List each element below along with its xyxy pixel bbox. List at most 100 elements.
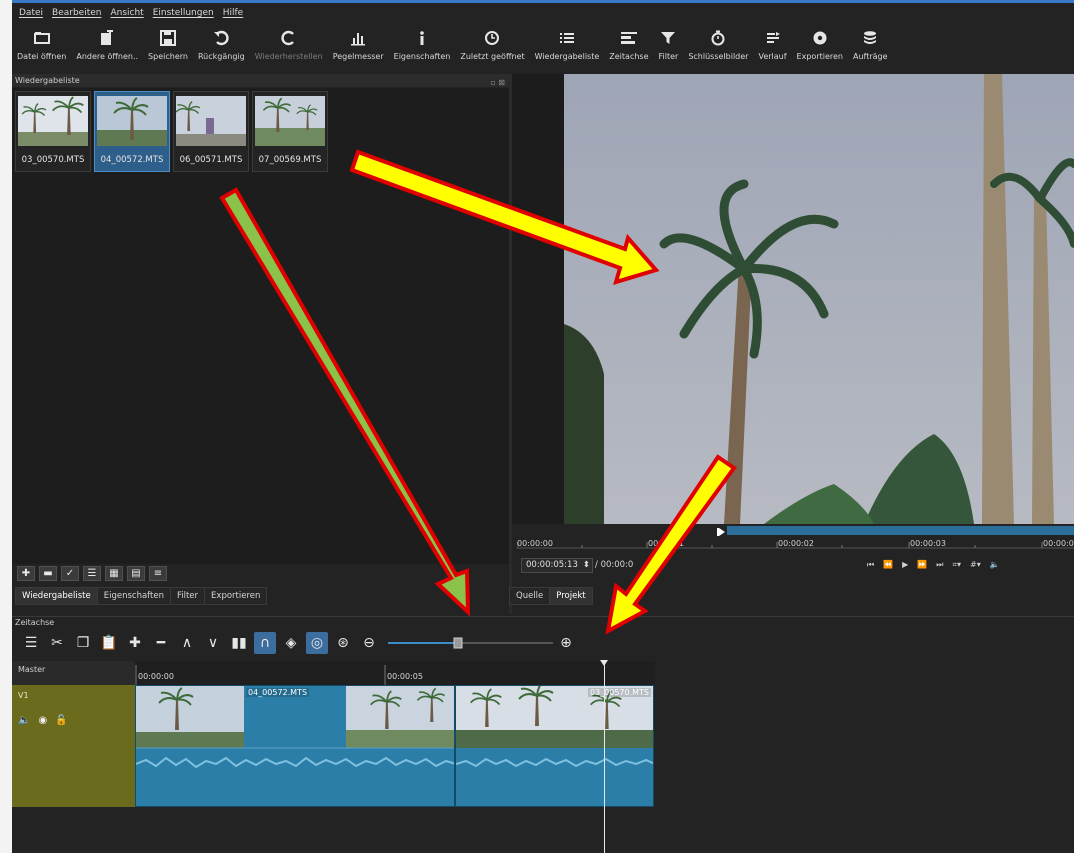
- keyframes-button[interactable]: Schlüsselbilder: [683, 24, 753, 72]
- playlist-clip[interactable]: 07_00569.MTS: [252, 91, 328, 172]
- undo-icon: [213, 24, 229, 52]
- viewer-ruler-label: 00:00:03: [910, 539, 946, 548]
- properties-button[interactable]: Eigenschaften: [389, 24, 456, 72]
- eye-icon[interactable]: ◉: [38, 715, 47, 726]
- viewer-ruler-label: 00:00:02: [778, 539, 814, 548]
- shotcut-window: Datei Bearbeiten Ansicht Einstellungen H…: [12, 0, 1074, 853]
- lock-icon[interactable]: 🔓: [55, 715, 67, 726]
- clip-name: 03_00570.MTS: [21, 155, 85, 165]
- plus-icon: ✚: [129, 635, 141, 651]
- rewind-icon[interactable]: ⏪: [883, 560, 893, 570]
- tab-filters[interactable]: Filter: [169, 587, 206, 605]
- playlist-clip[interactable]: 06_00571.MTS: [173, 91, 249, 172]
- open-file-label: Datei öffnen: [17, 52, 67, 61]
- tab-properties[interactable]: Eigenschaften: [96, 587, 171, 605]
- jobs-button[interactable]: Aufträge: [848, 24, 893, 72]
- zoom-in-button[interactable]: ⊕: [553, 632, 579, 654]
- details-view-button[interactable]: ☰: [83, 566, 101, 581]
- overwrite-button[interactable]: ∨: [200, 632, 226, 654]
- timeline-clip[interactable]: 03_00570.MTS: [455, 685, 654, 807]
- timeline-clip[interactable]: 04_00572.MTS: [135, 685, 455, 807]
- clip-thumbnail: [18, 96, 88, 146]
- timeline-ruler-label: 00:00:05: [387, 672, 423, 681]
- save-button[interactable]: Speichern: [143, 24, 193, 72]
- tab-export[interactable]: Exportieren: [204, 587, 268, 605]
- minus-icon: ▬: [43, 568, 53, 579]
- lift-button[interactable]: ∧: [174, 632, 200, 654]
- playlist-clip-selected[interactable]: 04_00572.MTS: [94, 91, 170, 172]
- save-icon: [160, 24, 176, 52]
- tab-project[interactable]: Projekt: [549, 587, 593, 605]
- playlist-panel-title: Wiedergabeliste: [15, 76, 80, 85]
- plus-icon: ✚: [21, 568, 31, 579]
- export-icon: [812, 24, 828, 52]
- menu-file[interactable]: Datei: [19, 5, 43, 21]
- zoom-icon[interactable]: ⌗▾: [953, 560, 962, 570]
- copy-button[interactable]: ❐: [70, 632, 96, 654]
- left-panel-tabs: Wiedergabeliste Eigenschaften Filter Exp…: [15, 587, 268, 605]
- menu-edit[interactable]: Bearbeiten: [52, 5, 101, 21]
- zoom-slider[interactable]: [388, 633, 553, 653]
- playlist-button[interactable]: Wiedergabeliste: [530, 24, 605, 72]
- undo-button[interactable]: Rückgängig: [193, 24, 250, 72]
- undo-label: Rückgängig: [197, 52, 245, 61]
- snap-toggle[interactable]: ∩: [254, 632, 276, 654]
- copy-icon: ❐: [76, 635, 90, 651]
- add-clip-button[interactable]: ✚: [17, 566, 35, 581]
- menu-view[interactable]: Ansicht: [110, 5, 143, 21]
- menu-help[interactable]: Hilfe: [223, 5, 243, 21]
- remove-clip-button[interactable]: ▬: [39, 566, 57, 581]
- open-other-button[interactable]: Andere öffnen..: [71, 24, 143, 72]
- ripple-delete-button[interactable]: ━: [148, 632, 174, 654]
- skip-previous-icon[interactable]: ⏮: [867, 560, 874, 570]
- cut-button[interactable]: ✂: [44, 632, 70, 654]
- open-file-button[interactable]: Datei öffnen: [12, 24, 71, 72]
- update-clip-button[interactable]: ✓: [61, 566, 79, 581]
- paste-button[interactable]: 📋: [96, 632, 122, 654]
- timeline-ruler-label: 00:00:00: [138, 672, 174, 681]
- playlist-clip[interactable]: 03_00570.MTS: [15, 91, 91, 172]
- folder-open-icon: [33, 24, 50, 52]
- menu-settings[interactable]: Einstellungen: [153, 5, 214, 21]
- tiles-view-button[interactable]: ▦: [105, 566, 123, 581]
- export-button[interactable]: Exportieren: [792, 24, 848, 72]
- history-button[interactable]: Verlauf: [753, 24, 791, 72]
- spin-arrows-icon[interactable]: ⬍: [583, 559, 590, 572]
- position-timecode-input[interactable]: 00:00:05:13 ⬍: [521, 558, 593, 573]
- grid-overlay-icon[interactable]: #▾: [970, 560, 981, 570]
- zoom-out-button[interactable]: ⊖: [356, 632, 382, 654]
- timeline-toolbar: ☰ ✂ ❐ 📋 ✚ ━ ∧ ∨ ▮▮ ∩ ◈ ◎ ⊛ ⊖ ⊕: [12, 629, 1074, 657]
- v1-track-header[interactable]: V1 🔈 ◉ 🔓: [12, 685, 135, 807]
- play-icon[interactable]: ▶: [902, 560, 908, 570]
- v1-track-toggles: 🔈 ◉ 🔓: [18, 715, 68, 726]
- playhead-line[interactable]: [604, 661, 605, 853]
- filter-button[interactable]: Filter: [654, 24, 684, 72]
- timeline-menu-button[interactable]: ☰: [18, 632, 44, 654]
- append-button[interactable]: ✚: [122, 632, 148, 654]
- chevron-down-icon: ∨: [207, 635, 219, 651]
- split-button[interactable]: ▮▮: [226, 632, 252, 654]
- skip-next-icon[interactable]: ⏭: [936, 560, 943, 570]
- ripple-toggle[interactable]: ◎: [306, 632, 328, 654]
- playlist-controls: ✚ ▬ ✓ ☰ ▦ ▤ ≡: [17, 566, 167, 581]
- master-track-header[interactable]: Master: [12, 661, 135, 685]
- volume-icon[interactable]: 🔈: [990, 560, 1000, 570]
- icons-view-button[interactable]: ▤: [127, 566, 145, 581]
- playlist-menu-button[interactable]: ≡: [149, 566, 167, 581]
- timeline-button[interactable]: Zeitachse: [604, 24, 653, 72]
- mute-icon[interactable]: 🔈: [18, 715, 30, 726]
- tab-playlist[interactable]: Wiedergabeliste: [15, 587, 98, 605]
- level-meter-button[interactable]: Pegelmesser: [328, 24, 389, 72]
- ripple-all-toggle[interactable]: ⊛: [330, 632, 356, 654]
- fast-forward-icon[interactable]: ⏩: [917, 560, 927, 570]
- tab-source[interactable]: Quelle: [509, 587, 551, 605]
- split-icon: ▮▮: [231, 635, 247, 651]
- clip-name: 07_00569.MTS: [258, 155, 322, 165]
- recent-button[interactable]: Zuletzt geöffnet: [455, 24, 529, 72]
- redo-button[interactable]: Wiederherstellen: [250, 24, 328, 72]
- zoom-out-icon: ⊖: [363, 635, 375, 651]
- scrub-toggle[interactable]: ◈: [278, 632, 304, 654]
- clip-name: 06_00571.MTS: [179, 155, 243, 165]
- magnet-icon: ∩: [259, 635, 271, 651]
- viewer-ruler-label: 00:00:0: [1043, 539, 1074, 548]
